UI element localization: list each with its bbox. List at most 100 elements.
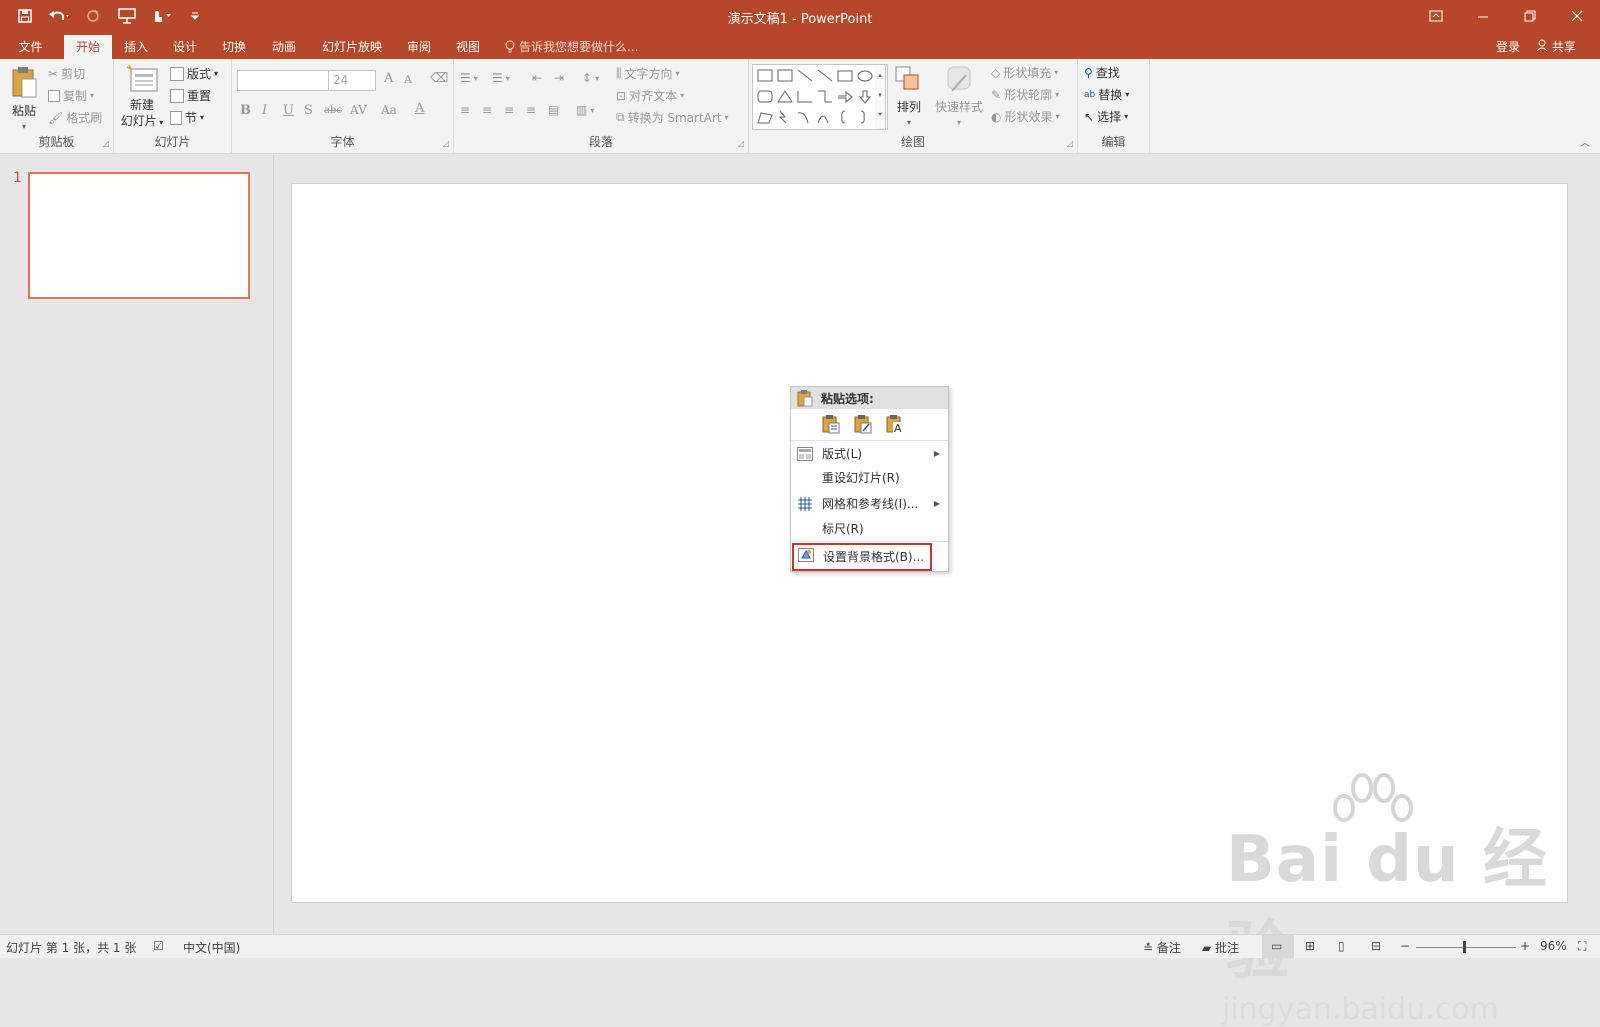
fit-slide-icon[interactable]: ⛶	[1578, 939, 1586, 954]
zoom-in-icon[interactable]: +	[1520, 939, 1530, 953]
zoom-slider-thumb[interactable]	[1463, 941, 1466, 953]
close-icon[interactable]	[1553, 0, 1600, 32]
clipboard-launcher-icon[interactable]: ◿	[103, 139, 109, 148]
format-painter-button[interactable]: 🖌 格式刷	[48, 109, 102, 126]
arrange-button[interactable]: 排列 ▾	[891, 65, 927, 131]
menu-item-ruler-label: 标尺(R)	[822, 522, 864, 536]
paste-use-destination-theme-icon[interactable]	[821, 414, 841, 434]
tab-animations[interactable]: 动画	[261, 35, 307, 59]
zoom-level[interactable]: 96%	[1540, 939, 1567, 953]
columns-button[interactable]: ▥ ▾	[576, 103, 594, 117]
spellcheck-icon[interactable]: ☑	[153, 939, 164, 953]
decrease-indent-icon[interactable]: ⇤	[532, 71, 542, 85]
paste-button[interactable]: 粘贴 ▾	[6, 65, 42, 135]
slideshow-icon[interactable]: ⊟	[1371, 939, 1381, 953]
reset-label: 重置	[187, 89, 212, 103]
menu-item-ruler[interactable]: 标尺(R)	[791, 517, 948, 541]
text-direction-button[interactable]: ⫼ 文字方向 ▾	[616, 65, 680, 82]
reading-view-icon[interactable]: ▯	[1338, 939, 1345, 953]
char-spacing-button[interactable]: AV	[350, 103, 367, 117]
clipboard-group-label: 剪贴板	[38, 135, 75, 149]
slide-thumbnail[interactable]	[28, 172, 250, 299]
text-direction-icon: ⫼	[616, 66, 622, 80]
change-case-button[interactable]: Aa	[381, 103, 397, 117]
tab-transitions[interactable]: 切换	[212, 35, 256, 59]
strikethrough-button[interactable]: abc	[324, 105, 342, 116]
title-bar: 演示文稿1 - PowerPoint	[0, 0, 1600, 32]
quick-styles-button[interactable]: 快速样式 ▾	[932, 65, 986, 131]
grow-font-button[interactable]: A	[384, 71, 393, 86]
tab-slideshow[interactable]: 幻灯片放映	[313, 35, 391, 59]
clear-format-icon[interactable]: ⌫	[430, 71, 448, 86]
shapes-gallery-icons	[757, 69, 873, 124]
select-button[interactable]: ↖ 选择 ▾	[1084, 108, 1128, 125]
submenu-arrow-icon: ▶	[933, 449, 940, 458]
menu-item-reset-slide[interactable]: 重设幻灯片(R)	[791, 466, 948, 490]
tell-me-box[interactable]: 告诉我您想要做什么...	[505, 35, 638, 59]
font-name-input[interactable]	[237, 70, 329, 91]
tab-view[interactable]: 视图	[446, 35, 490, 59]
shapes-gallery[interactable]	[752, 64, 888, 130]
layout-button[interactable]: 版式 ▾	[170, 65, 218, 82]
tab-insert[interactable]: 插入	[114, 35, 158, 59]
font-size-input[interactable]: 24	[328, 70, 376, 91]
paste-text-only-icon[interactable]: A	[885, 414, 905, 434]
paragraph-launcher-icon[interactable]: ◿	[738, 139, 744, 148]
font-launcher-icon[interactable]: ◿	[443, 139, 449, 148]
shapes-scroll-icon[interactable]: ▴ ▾ ⯆	[875, 64, 886, 130]
shape-effects-button[interactable]: ◐ 形状效果 ▾	[991, 108, 1060, 125]
zoom-out-icon[interactable]: −	[1400, 939, 1410, 953]
increase-indent-icon[interactable]: ⇥	[554, 71, 564, 85]
tab-file[interactable]: 文件	[8, 35, 53, 59]
bullets-button[interactable]: ☰ ▾	[460, 71, 478, 85]
slide-sorter-icon[interactable]: ⊞	[1305, 939, 1315, 953]
font-color-button[interactable]: A	[415, 101, 424, 116]
shape-fill-label: 形状填充	[1003, 66, 1052, 80]
italic-button[interactable]: I	[262, 103, 267, 118]
replace-button[interactable]: ab 替换 ▾	[1084, 86, 1129, 103]
notes-button[interactable]: ≛ 备注	[1143, 939, 1181, 956]
shadow-button[interactable]: S	[304, 103, 313, 118]
tab-home[interactable]: 开始	[64, 35, 112, 59]
comments-button[interactable]: ▰ 批注	[1202, 939, 1239, 956]
language-status[interactable]: 中文(中国)	[183, 939, 240, 956]
new-slide-button[interactable]: 新建 幻灯片 ▾	[118, 63, 166, 131]
align-right-icon[interactable]: ≡	[504, 103, 514, 117]
share-button[interactable]: 共享	[1532, 35, 1576, 59]
quick-styles-icon	[947, 66, 971, 92]
find-button[interactable]: ⚲ 查找	[1084, 64, 1120, 81]
paragraph-group: ☰ ▾ ☰ ▾ ⇤ ⇥ ↕ ▾ ⫼ 文字方向 ▾ ⊡ 对齐文本 ▾ ⧉ 转换为 SmartArt…	[454, 59, 749, 154]
paste-keep-source-format-icon[interactable]	[853, 414, 873, 434]
numbering-button[interactable]: ☰ ▾	[492, 71, 510, 85]
align-text-button[interactable]: ⊡ 对齐文本 ▾	[616, 87, 684, 104]
bold-button[interactable]: B	[240, 103, 251, 118]
collapse-ribbon-icon[interactable]: ︿	[1580, 134, 1590, 149]
paste-options-row: A	[821, 414, 905, 434]
shrink-font-button[interactable]: A	[404, 73, 412, 86]
shape-fill-button[interactable]: ◇ 形状填充 ▾	[991, 64, 1058, 81]
align-center-icon[interactable]: ≡	[482, 103, 492, 117]
restore-icon[interactable]	[1506, 0, 1553, 32]
cursor-icon: ↖	[1084, 109, 1095, 124]
shape-outline-button[interactable]: ✎ 形状轮廓 ▾	[991, 86, 1059, 103]
menu-item-grid-guides[interactable]: 网格和参考线(I)... ▶	[791, 492, 948, 516]
menu-item-layout[interactable]: 版式(L) ▶	[791, 442, 948, 466]
tab-design[interactable]: 设计	[163, 35, 207, 59]
justify-icon[interactable]: ≡	[526, 103, 536, 117]
tab-review[interactable]: 审阅	[397, 35, 441, 59]
smartart-button[interactable]: ⧉ 转换为 SmartArt ▾	[616, 109, 729, 126]
cut-button[interactable]: ✂ 剪切	[48, 65, 85, 82]
ribbon-display-icon[interactable]	[1412, 0, 1459, 32]
drawing-launcher-icon[interactable]: ◿	[1067, 139, 1073, 148]
distribute-icon[interactable]: ▤	[548, 103, 559, 117]
align-left-icon[interactable]: ≡	[460, 103, 470, 117]
underline-button[interactable]: U	[283, 103, 294, 118]
reset-button[interactable]: 重置	[170, 87, 211, 104]
copy-button[interactable]: 复制 ▾	[48, 87, 94, 104]
login-link[interactable]: 登录	[1496, 35, 1520, 59]
zoom-slider[interactable]	[1416, 947, 1516, 948]
minimize-icon[interactable]	[1459, 0, 1506, 32]
menu-item-format-background[interactable]: 设置背景格式(B)...	[792, 543, 932, 571]
line-spacing-button[interactable]: ↕ ▾	[582, 71, 599, 85]
section-button[interactable]: 节 ▾	[170, 109, 204, 126]
